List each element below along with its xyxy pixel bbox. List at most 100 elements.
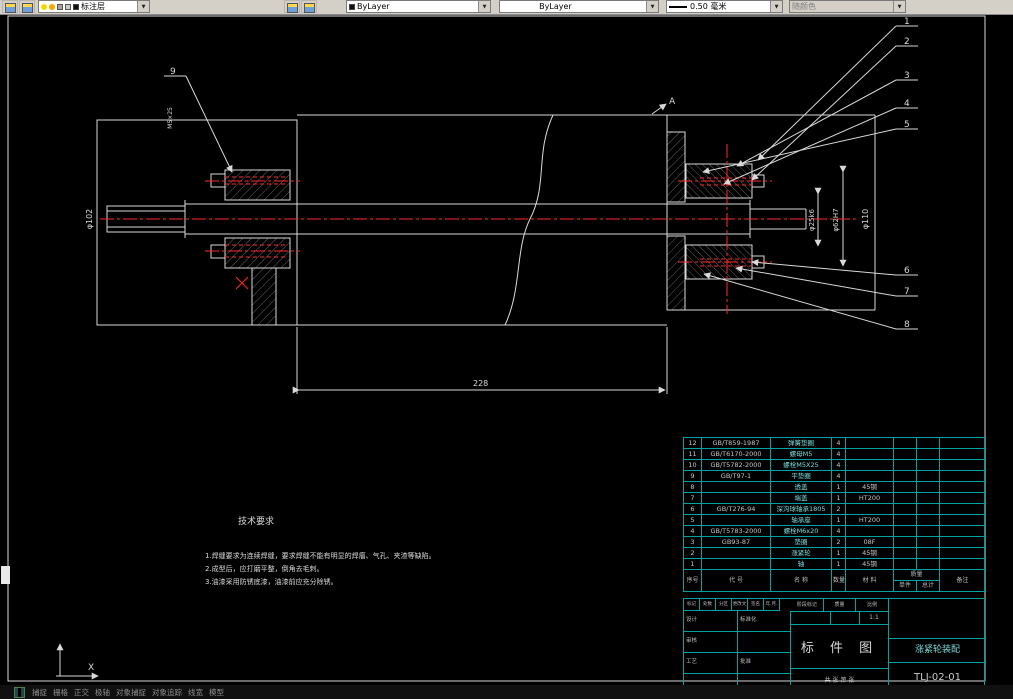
bom-total-mass	[916, 514, 940, 526]
layer-states-icon	[21, 3, 33, 13]
layer-combo[interactable]: 标注层 ▼	[38, 0, 150, 13]
revision-cell: 分区	[716, 599, 732, 611]
chevron-down-icon[interactable]: ▼	[478, 1, 490, 12]
chevron-down-icon[interactable]: ▼	[137, 1, 149, 12]
scale-value: 1:1	[860, 612, 889, 625]
bom-no: 4	[683, 525, 702, 537]
top-toolbar: 标注层 ▼ ByLayer ▼ ByLayer ▼ 0.50 毫米 ▼ 随颜色 …	[0, 0, 1013, 15]
bom-total-mass	[916, 558, 940, 570]
bom-row[interactable]: 4 GB/T5783-2000 螺栓M6x20 4	[683, 525, 986, 537]
color-combo[interactable]: ByLayer ▼	[346, 0, 491, 13]
bom-part-name: 垫圈	[770, 536, 832, 548]
make-layer-current-button[interactable]	[284, 0, 300, 13]
signature-grid: 设计 标准化 审核 工艺 批准	[684, 611, 791, 694]
status-bar: 捕捉 栅格 正交 极轴 对象捕捉 对象追踪 线宽 模型	[0, 685, 1013, 699]
bom-row[interactable]: 12 GB/T859-1987 弹簧垫圈 4	[683, 437, 986, 449]
bom-code	[701, 514, 771, 526]
bom-code: GB/T5782-2000	[701, 459, 771, 471]
bom-unit-mass	[893, 558, 917, 570]
bom-part-name: 螺栓M5X25	[770, 459, 832, 471]
dim-dia-left: φ102	[85, 209, 94, 230]
bom-code: GB93-87	[701, 536, 771, 548]
bom-row[interactable]: 1 轴 1 45钢	[683, 558, 986, 570]
bom-row[interactable]: 10 GB/T5782-2000 螺栓M5X25 4	[683, 459, 986, 471]
bom-unit-mass	[893, 448, 917, 460]
linetype-combo[interactable]: ByLayer ▼	[499, 0, 659, 13]
status-toggle[interactable]: 线宽	[188, 686, 203, 699]
status-toggle[interactable]: 栅格	[53, 686, 68, 699]
bom-row[interactable]: 5 轴承座 1 HT200	[683, 514, 986, 526]
bom-remark	[939, 503, 986, 515]
bom-remark	[939, 525, 986, 537]
bom-header-remark: 备注	[939, 569, 986, 592]
bom-header-unit: 单件	[893, 580, 917, 592]
bom-row[interactable]: 3 GB93-87 垫圈 2 08F	[683, 536, 986, 548]
thread-callout: M5×25	[167, 107, 174, 129]
stage-cell: 质量	[823, 599, 857, 612]
status-toggles: 捕捉 栅格 正交 极轴 对象捕捉 对象追踪 线宽 模型	[32, 686, 224, 699]
bom-code	[701, 492, 771, 504]
revision-cell: 标记	[684, 599, 700, 611]
bom-qty: 1	[831, 547, 846, 559]
revision-cell: 更改文件号	[732, 599, 748, 611]
bom-part-name: 端盖	[770, 492, 832, 504]
status-toggle[interactable]: 对象追踪	[152, 686, 182, 699]
revision-cell: 年.月.日	[764, 599, 780, 611]
color-swatch-icon	[349, 3, 355, 10]
bom-remark	[939, 481, 986, 493]
status-toggle[interactable]: 捕捉	[32, 686, 47, 699]
drawing-canvas[interactable]: 228 φ102 φ110 φ25k6 φ62H7 M5×25 A 1 2 3 …	[0, 14, 1013, 695]
bom-header-qty: 数量	[831, 569, 846, 592]
bom-table[interactable]: 12 GB/T859-1987 弹簧垫圈 4 11 GB/T6170-2000 …	[683, 437, 986, 592]
mass-value	[831, 612, 860, 625]
plotstyle-combo[interactable]: 随颜色 ▼	[789, 0, 906, 13]
bom-material: HT200	[845, 514, 894, 526]
bom-header-no: 序号	[683, 569, 702, 592]
chevron-down-icon[interactable]: ▼	[646, 1, 658, 12]
bearing-section-view[interactable]	[666, 114, 876, 311]
balloon-3: 3	[904, 71, 910, 81]
color-value: ByLayer	[357, 2, 390, 11]
title-block[interactable]: 标记处数分区更改文件号签名年.月.日 设计 标准化 审核 工艺 批准 阶段标记质…	[683, 598, 986, 695]
bom-material	[845, 503, 894, 515]
layer-previous-button[interactable]	[301, 0, 317, 13]
bom-qty: 4	[831, 448, 846, 460]
status-toggle[interactable]: 正交	[74, 686, 89, 699]
balloon-5: 5	[904, 120, 910, 130]
bom-material: 45钢	[845, 558, 894, 570]
bom-total-mass	[916, 481, 940, 493]
bom-row[interactable]: 2 涨紧轮 1 45钢	[683, 547, 986, 559]
bom-row[interactable]: 9 GB/T97-1 平垫圈 4	[683, 470, 986, 482]
revision-row: 标记处数分区更改文件号签名年.月.日	[684, 599, 791, 611]
bom-row[interactable]: 8 透盖 1 45钢	[683, 481, 986, 493]
bom-qty: 4	[831, 437, 846, 449]
bom-no: 1	[683, 558, 702, 570]
stage-row: 阶段标记 质量 比例	[791, 599, 890, 612]
status-toggle[interactable]: 极轴	[95, 686, 110, 699]
chevron-down-icon[interactable]: ▼	[770, 1, 782, 12]
bom-remark	[939, 558, 986, 570]
bom-qty: 1	[831, 481, 846, 493]
bom-part-name: 深沟球轴承1805	[770, 503, 832, 515]
bom-header-name: 名 称	[770, 569, 832, 592]
bom-qty: 1	[831, 514, 846, 526]
layer-manager-button[interactable]	[2, 0, 18, 13]
bom-qty: 2	[831, 536, 846, 548]
sign-check: 审核	[684, 632, 738, 653]
balloon-7: 7	[904, 287, 910, 297]
bom-row[interactable]: 11 GB/T6170-2000 螺母M5 4	[683, 448, 986, 460]
tech-req-line3: 3.油漆采用防锈底漆，油漆前应充分除锈。	[205, 577, 338, 586]
bom-no: 7	[683, 492, 702, 504]
bom-row[interactable]: 6 GB/T276-94 深沟球轴承1805 2	[683, 503, 986, 515]
lineweight-combo[interactable]: 0.50 毫米 ▼	[666, 0, 783, 13]
layer-states-button[interactable]	[19, 0, 35, 13]
bom-qty: 4	[831, 459, 846, 471]
tech-req-title: 技术要求	[238, 515, 274, 527]
pulley-view[interactable]	[96, 114, 695, 326]
status-toggle[interactable]: 对象捕捉	[116, 686, 146, 699]
status-toggle[interactable]: 模型	[209, 686, 224, 699]
bom-material: 45钢	[845, 481, 894, 493]
bom-part-name: 涨紧轮	[770, 547, 832, 559]
layer-color-swatch	[73, 3, 79, 10]
bom-row[interactable]: 7 端盖 1 HT200	[683, 492, 986, 504]
